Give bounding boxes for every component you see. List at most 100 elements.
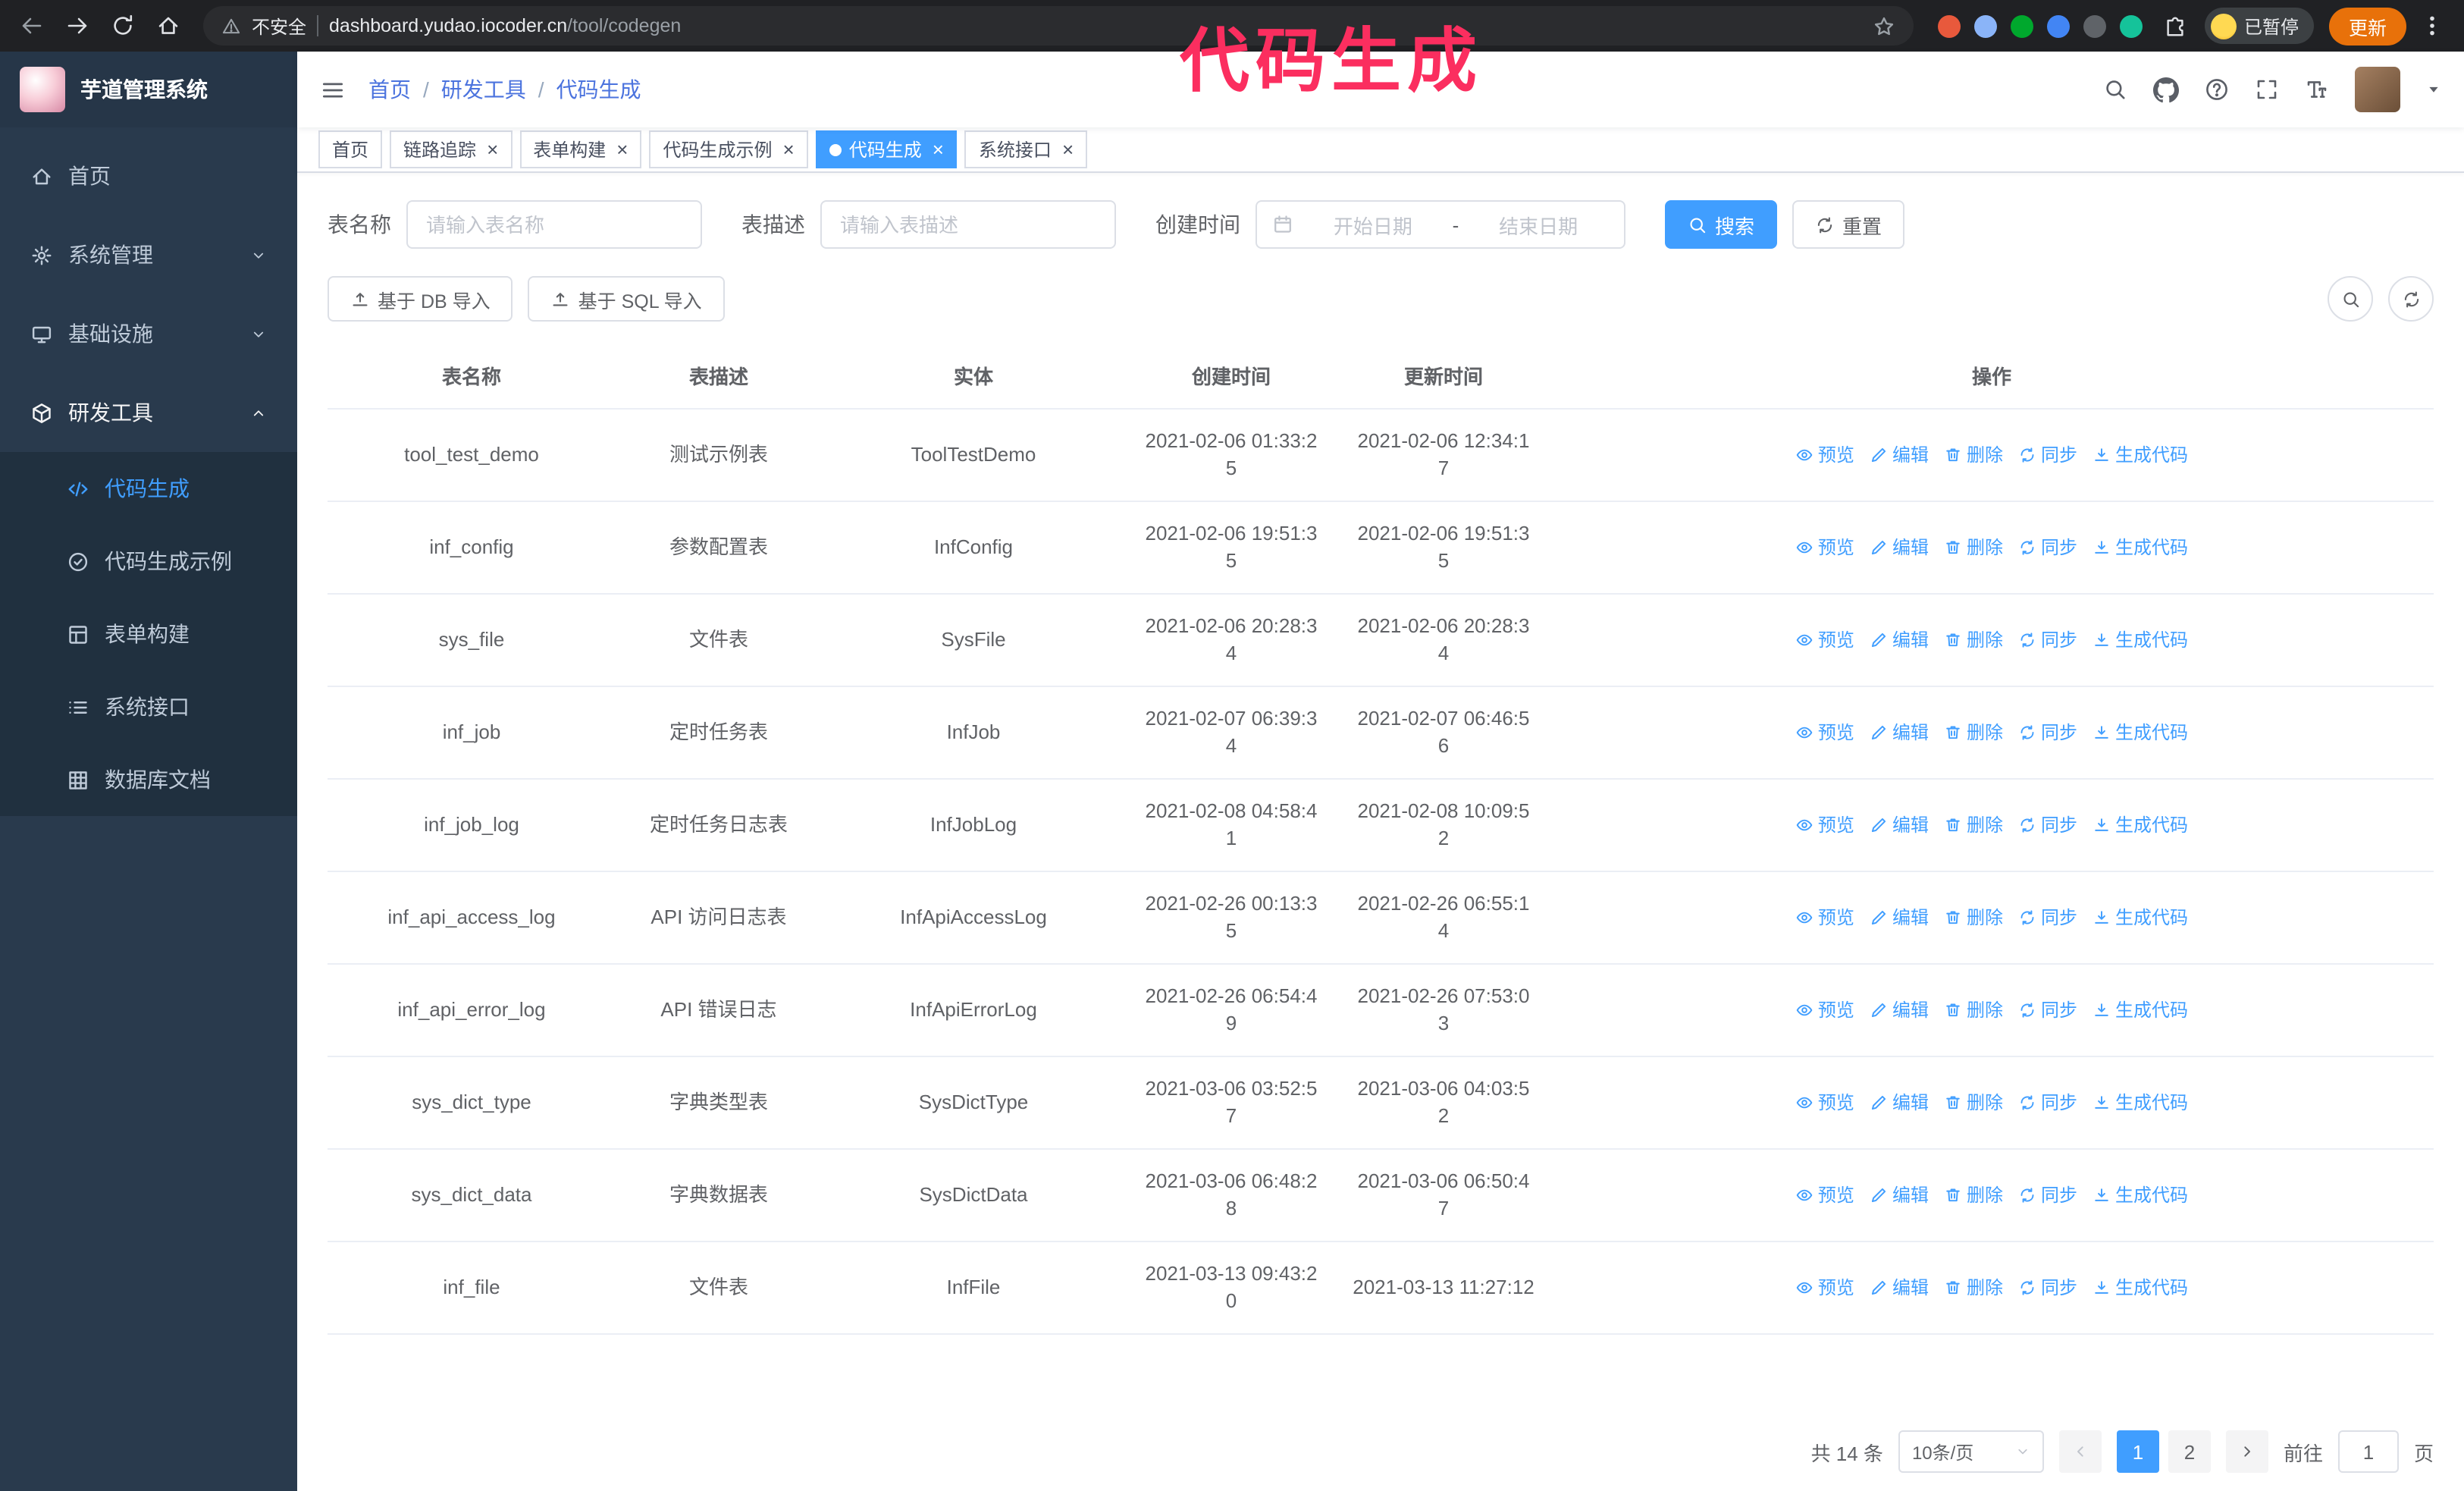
browser-forward-icon[interactable] bbox=[58, 6, 97, 46]
goto-page-input[interactable] bbox=[2337, 1430, 2399, 1473]
tab-codegen-example[interactable]: 代码生成示例 × bbox=[649, 130, 808, 168]
bookmark-star-icon[interactable] bbox=[1873, 14, 1895, 37]
row-action-edit[interactable]: 编辑 bbox=[1870, 626, 1929, 654]
row-action-edit[interactable]: 编辑 bbox=[1870, 1089, 1929, 1116]
tab-home[interactable]: 首页 bbox=[318, 130, 383, 168]
row-action-generate[interactable]: 生成代码 bbox=[2093, 1274, 2188, 1301]
import-db-button[interactable]: 基于 DB 导入 bbox=[328, 276, 513, 322]
row-action-delete[interactable]: 删除 bbox=[1944, 626, 2003, 654]
sidebar-item-codegen-example[interactable]: 代码生成示例 bbox=[0, 525, 297, 598]
row-action-sync[interactable]: 同步 bbox=[2018, 534, 2077, 561]
row-action-delete[interactable]: 删除 bbox=[1944, 719, 2003, 746]
date-range-picker[interactable]: 开始日期 - 结束日期 bbox=[1256, 200, 1625, 249]
tab-close-icon[interactable]: × bbox=[929, 140, 944, 159]
help-icon[interactable] bbox=[2205, 77, 2229, 102]
table-name-input[interactable] bbox=[406, 200, 702, 249]
row-action-delete[interactable]: 删除 bbox=[1944, 1274, 2003, 1301]
row-action-generate[interactable]: 生成代码 bbox=[2093, 997, 2188, 1024]
sidebar-item-system-api[interactable]: 系统接口 bbox=[0, 670, 297, 743]
row-action-sync[interactable]: 同步 bbox=[2018, 626, 2077, 654]
sidebar-item-codegen[interactable]: 代码生成 bbox=[0, 452, 297, 525]
page-size-select[interactable]: 10条/页 bbox=[1898, 1430, 2044, 1473]
browser-home-icon[interactable] bbox=[149, 6, 188, 46]
row-action-generate[interactable]: 生成代码 bbox=[2093, 626, 2188, 654]
header-search-icon[interactable] bbox=[2103, 77, 2127, 102]
row-action-sync[interactable]: 同步 bbox=[2018, 997, 2077, 1024]
table-desc-input[interactable] bbox=[820, 200, 1116, 249]
row-action-delete[interactable]: 删除 bbox=[1944, 441, 2003, 469]
row-action-sync[interactable]: 同步 bbox=[2018, 1089, 2077, 1116]
row-action-preview[interactable]: 预览 bbox=[1795, 997, 1854, 1024]
row-action-sync[interactable]: 同步 bbox=[2018, 719, 2077, 746]
row-action-preview[interactable]: 预览 bbox=[1795, 441, 1854, 469]
row-action-preview[interactable]: 预览 bbox=[1795, 626, 1854, 654]
browser-extension-icon-4[interactable] bbox=[2046, 14, 2070, 37]
address-bar[interactable]: 不安全 dashboard.yudao.iocoder.cn/tool/code… bbox=[203, 6, 1914, 46]
tab-close-icon[interactable]: × bbox=[613, 140, 628, 159]
row-action-generate[interactable]: 生成代码 bbox=[2093, 811, 2188, 839]
tab-system-api[interactable]: 系统接口 × bbox=[964, 130, 1088, 168]
row-action-generate[interactable]: 生成代码 bbox=[2093, 1089, 2188, 1116]
row-action-edit[interactable]: 编辑 bbox=[1870, 1274, 1929, 1301]
row-action-preview[interactable]: 预览 bbox=[1795, 1089, 1854, 1116]
browser-menu-icon[interactable] bbox=[2412, 6, 2452, 46]
tab-close-icon[interactable]: × bbox=[484, 140, 498, 159]
sidebar-item-home[interactable]: 首页 bbox=[0, 137, 297, 215]
row-action-delete[interactable]: 删除 bbox=[1944, 811, 2003, 839]
row-action-generate[interactable]: 生成代码 bbox=[2093, 1182, 2188, 1209]
row-action-generate[interactable]: 生成代码 bbox=[2093, 534, 2188, 561]
extensions-puzzle-icon[interactable] bbox=[2164, 14, 2187, 37]
sidebar-item-dev-tools[interactable]: 研发工具 bbox=[0, 373, 297, 452]
tab-tracer[interactable]: 链路追踪 × bbox=[390, 130, 513, 168]
refresh-table-button[interactable] bbox=[2388, 276, 2434, 322]
toggle-search-button[interactable] bbox=[2328, 276, 2373, 322]
avatar-caret-icon[interactable] bbox=[2426, 82, 2441, 97]
browser-update-button[interactable]: 更新 bbox=[2328, 7, 2406, 45]
breadcrumb-item-dev-tools[interactable]: 研发工具 bbox=[441, 74, 526, 105]
sidebar-item-db-doc[interactable]: 数据库文档 bbox=[0, 743, 297, 816]
row-action-generate[interactable]: 生成代码 bbox=[2093, 441, 2188, 469]
row-action-sync[interactable]: 同步 bbox=[2018, 1182, 2077, 1209]
browser-extension-icon-1[interactable] bbox=[1937, 14, 1961, 37]
app-logo[interactable]: 芋道管理系统 bbox=[0, 52, 297, 127]
next-page-button[interactable] bbox=[2225, 1430, 2268, 1473]
page-button-1[interactable]: 1 bbox=[2116, 1430, 2159, 1473]
row-action-sync[interactable]: 同步 bbox=[2018, 1274, 2077, 1301]
sidebar-item-system-management[interactable]: 系统管理 bbox=[0, 215, 297, 294]
browser-profile-chip[interactable]: 已暂停 bbox=[2204, 8, 2314, 44]
browser-extension-icon-2[interactable] bbox=[1973, 14, 1997, 37]
sidebar-item-form-builder[interactable]: 表单构建 bbox=[0, 598, 297, 670]
browser-extension-icon-6[interactable] bbox=[2119, 14, 2143, 37]
tab-form-builder[interactable]: 表单构建 × bbox=[519, 130, 642, 168]
row-action-edit[interactable]: 编辑 bbox=[1870, 1182, 1929, 1209]
row-action-sync[interactable]: 同步 bbox=[2018, 811, 2077, 839]
tab-close-icon[interactable]: × bbox=[780, 140, 795, 159]
row-action-sync[interactable]: 同步 bbox=[2018, 904, 2077, 931]
reset-button[interactable]: 重置 bbox=[1792, 200, 1905, 249]
row-action-edit[interactable]: 编辑 bbox=[1870, 997, 1929, 1024]
sidebar-item-infrastructure[interactable]: 基础设施 bbox=[0, 294, 297, 373]
row-action-delete[interactable]: 删除 bbox=[1944, 534, 2003, 561]
browser-back-icon[interactable] bbox=[12, 6, 52, 46]
row-action-edit[interactable]: 编辑 bbox=[1870, 441, 1929, 469]
row-action-preview[interactable]: 预览 bbox=[1795, 719, 1854, 746]
search-button[interactable]: 搜索 bbox=[1665, 200, 1778, 249]
github-icon[interactable] bbox=[2153, 77, 2179, 102]
browser-reload-icon[interactable] bbox=[103, 6, 143, 46]
row-action-sync[interactable]: 同步 bbox=[2018, 441, 2077, 469]
tab-close-icon[interactable]: × bbox=[1059, 140, 1074, 159]
row-action-delete[interactable]: 删除 bbox=[1944, 1182, 2003, 1209]
row-action-edit[interactable]: 编辑 bbox=[1870, 904, 1929, 931]
row-action-preview[interactable]: 预览 bbox=[1795, 1274, 1854, 1301]
row-action-preview[interactable]: 预览 bbox=[1795, 811, 1854, 839]
row-action-delete[interactable]: 删除 bbox=[1944, 997, 2003, 1024]
browser-extension-icon-5[interactable] bbox=[2083, 14, 2106, 37]
row-action-edit[interactable]: 编辑 bbox=[1870, 719, 1929, 746]
import-sql-button[interactable]: 基于 SQL 导入 bbox=[528, 276, 725, 322]
row-action-preview[interactable]: 预览 bbox=[1795, 904, 1854, 931]
tab-codegen[interactable]: 代码生成 × bbox=[815, 130, 958, 168]
row-action-delete[interactable]: 删除 bbox=[1944, 904, 2003, 931]
fullscreen-icon[interactable] bbox=[2255, 77, 2279, 102]
font-size-icon[interactable] bbox=[2305, 77, 2329, 102]
row-action-delete[interactable]: 删除 bbox=[1944, 1089, 2003, 1116]
